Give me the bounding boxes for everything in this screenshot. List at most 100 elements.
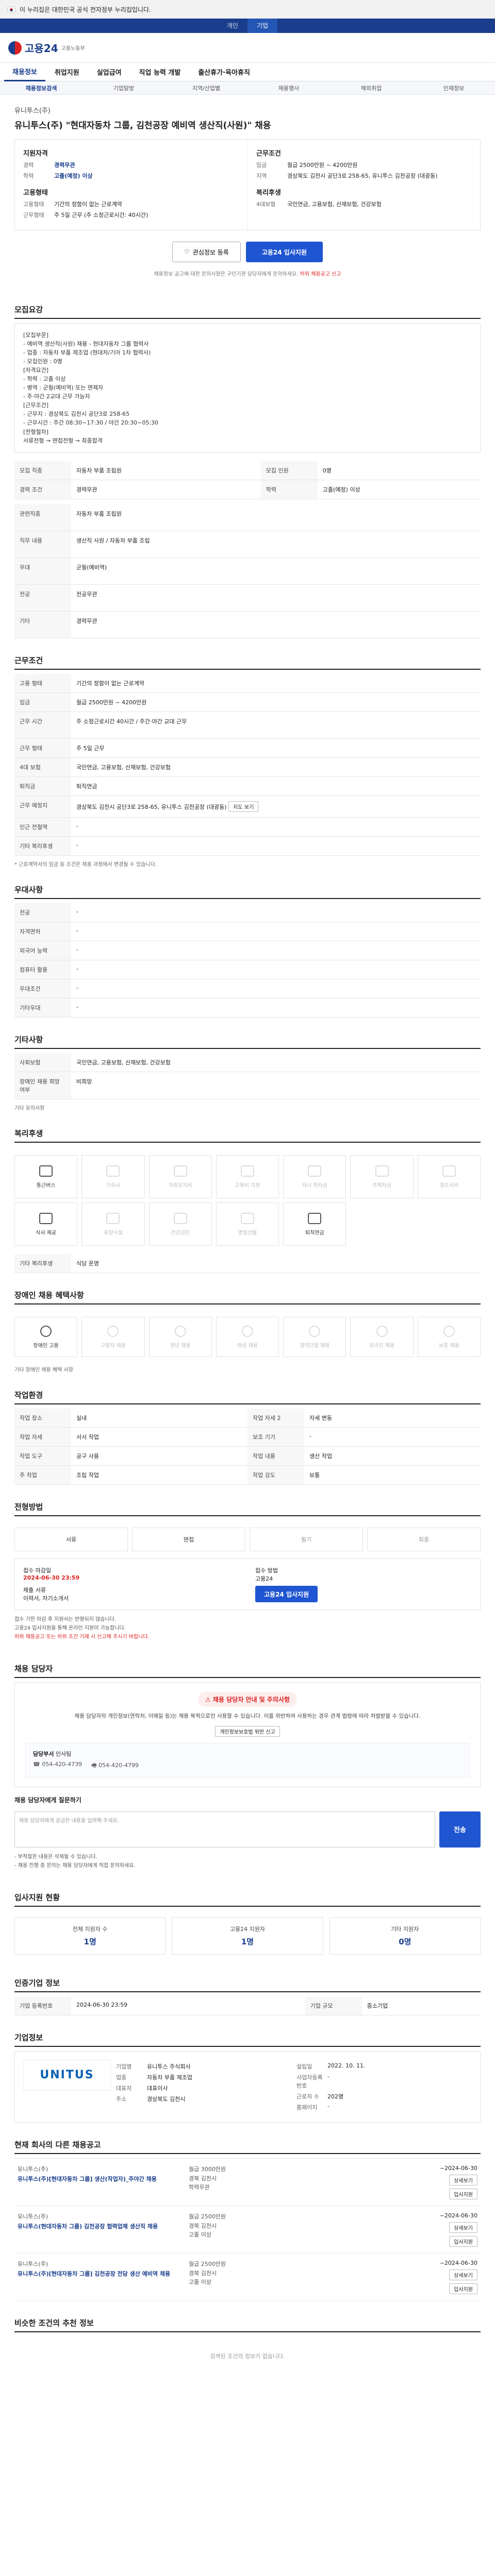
job-company: 유니투스(주) <box>18 2260 48 2267</box>
table-row: 근무 시간 주 소정근로시간 40시간 / 주간·야간 교대 근무 <box>14 711 481 739</box>
section-title: 우대사항 <box>14 884 481 900</box>
table-key: 기타 복리후생 <box>14 836 71 856</box>
table-value: - <box>71 836 481 856</box>
map-button[interactable]: 지도 보기 <box>228 801 259 812</box>
table-row: 퇴직금 퇴직연금 <box>14 776 481 796</box>
stat-card: 기타 지원자 0명 <box>329 1917 481 1955</box>
career-break-icon <box>309 1325 321 1337</box>
apply-button[interactable]: 고용24 입사지원 <box>245 242 323 262</box>
summary-value: 주 5일 근무 (주 소정근로시간: 40시간) <box>54 212 148 218</box>
job-link[interactable]: 유니투스(주)[현대자동차 그룹] 생산(작업자)_주야간 채용 <box>18 2175 183 2183</box>
company-logo: UNITUS <box>23 2059 111 2091</box>
welfare-label: 자녀 학자금 <box>302 1182 327 1189</box>
company-row: 주소 경상북도 김천시 <box>116 2095 291 2103</box>
table-row: 전공 - <box>14 903 481 923</box>
apply-small-button[interactable]: 입사지원 <box>449 2188 477 2199</box>
subnav-item-region[interactable]: 지역/산업별 <box>165 84 248 92</box>
stat-label: 고용24 지원자 <box>229 1925 266 1933</box>
report-privacy-button[interactable]: 개인정보보호법 위반 신고 <box>215 1725 280 1737</box>
history-section: 인증기업 정보 기업 등록번호 2024-06-30 23:59 기업 규모 중소기업 <box>14 1961 481 2015</box>
subnav-item-visit[interactable]: 기업탐방 <box>82 84 165 92</box>
warning-pill: ⚠ 채용 담당자 안내 및 주의사항 <box>197 1692 298 1707</box>
job-meta: 월급 2500만원 경북 김천시 고졸 이상 <box>189 2260 399 2294</box>
summary-heading-conditions: 근무조건 <box>256 150 281 158</box>
apply-small-button[interactable]: 입사지원 <box>449 2235 477 2247</box>
list-item[interactable]: 유니투스(주) 유니투스(주)[현대자동차 그룹] 김천공장 전담 생산 예비역 … <box>14 2253 481 2301</box>
summary-value: 월급 2500만원 ~ 4200만원 <box>287 162 358 168</box>
summary-row: 근무형태 주 5일 근무 (주 소정근로시간: 40시간) <box>23 211 239 219</box>
company-info-right: 설립일 2022. 10. 11. 사업자등록번호 - 근로자 수 202명 홈페이지… <box>296 2060 472 2114</box>
job-notice: 채용정보 공고에 대한 문의사항은 구인기관 담당자에게 문의하세요. 허위 채… <box>14 269 481 277</box>
list-item[interactable]: 유니투스(주) 유니투스(주)[현대자동차 그룹] 생산(작업자)_주야간 채용 … <box>14 2159 481 2206</box>
table-key: 기타 <box>14 611 71 639</box>
table-value: - <box>304 1427 481 1447</box>
summary-row: 고용형태 기간의 정함이 없는 근로계약 <box>23 200 239 208</box>
company-key: 업종 <box>116 2074 127 2081</box>
table-row: 기타 경력무관 <box>14 611 481 639</box>
apply-small-button[interactable]: 입사지원 <box>449 2283 477 2294</box>
job-link[interactable]: 유니투스(현대자동차 그룹) 김천공장 협력업체 생산직 채용 <box>18 2223 183 2230</box>
table-value: 경력무관 <box>71 611 481 639</box>
recruit-line: [자격요건] <box>23 367 49 374</box>
hiring-label: 청년 채용 <box>170 1343 191 1349</box>
table-row: 컴퓨터 활용 - <box>14 960 481 980</box>
table-row: 4대 보험 국민연금, 고용보험, 산재보험, 건강보험 <box>14 757 481 777</box>
nav-item-jobs[interactable]: 채용정보 <box>4 63 45 81</box>
job-date: ~2024-06-30 <box>439 2259 477 2266</box>
summary-key: 근무형태 <box>23 212 44 218</box>
nav-item-employment-support[interactable]: 취업지원 <box>46 63 88 81</box>
table-key: 모집 직종 <box>14 461 71 480</box>
apply-key: 접수 마감일 <box>23 1567 52 1574</box>
view-button[interactable]: 상세보기 <box>449 2222 477 2233</box>
scrap-button[interactable]: ♡ 관심정보 등록 <box>172 242 241 262</box>
job-summary: 지원자격 경력 경력무관 학력 고졸(예정) 이상 고용형태 고용형태 기간의 정함이… <box>14 139 481 230</box>
summary-heading-qualification: 지원자격 <box>23 150 48 158</box>
nav-item-training[interactable]: 직업 능력 개발 <box>131 63 189 81</box>
fax-value: 054-420-4799 <box>98 1761 139 1769</box>
tab-personal[interactable]: 개인 <box>218 19 248 33</box>
company-value: - <box>327 2103 329 2110</box>
table-key: 외국어 능력 <box>14 941 71 961</box>
company-name[interactable]: 유니투스(주) <box>14 105 481 115</box>
section-title: 모집요강 <box>14 304 481 319</box>
summary-row: 지역 경상북도 김천시 공단3로 258-65, 유니투스 김천공장 (대광동) <box>256 172 472 180</box>
subnav-item-talent[interactable]: 인재정보 <box>412 84 495 92</box>
inquiry-title: 채용 담당자에게 질문하기 <box>14 1796 81 1804</box>
job-date: ~2024-06-30 <box>439 2164 477 2172</box>
inquiry-form: 채용 담당자에게 궁금한 내용을 입력해 주세요. 전송 <box>14 1811 481 1848</box>
table-key: 4대 보험 <box>14 757 71 777</box>
apply-note: 허위 채용공고 또는 허위 조건 기재 시 신고해 주시기 바랍니다. <box>14 1634 150 1640</box>
subnav-item-search[interactable]: 채용정보검색 <box>0 84 82 92</box>
table-value: 군필(예비역) <box>71 557 481 585</box>
subnav-item-events[interactable]: 채용행사 <box>248 84 330 92</box>
table-row: 기타 복리후생 - <box>14 836 481 856</box>
table-key: 작업 내용 <box>248 1446 304 1466</box>
job-education: 고졸 이상 <box>189 2279 211 2286</box>
inquiry-send-button[interactable]: 전송 <box>439 1811 481 1848</box>
nav-item-unemployment[interactable]: 실업급여 <box>89 63 130 81</box>
subnav-item-overseas[interactable]: 해외취업 <box>330 84 412 92</box>
recruit-section: 모집요강 [모집부문] - 예비역 생산직(사원) 채용 - 현대자동차 그룹 … <box>14 287 481 639</box>
summary-row: 학력 고졸(예정) 이상 <box>23 172 239 180</box>
job-link[interactable]: 유니투스(주)[현대자동차 그룹] 김천공장 전담 생산 예비역 채용 <box>18 2270 183 2278</box>
site-logo[interactable]: 고용24 고용노동부 <box>8 40 85 55</box>
view-button[interactable]: 상세보기 <box>449 2174 477 2185</box>
apply-button-secondary[interactable]: 고용24 입사지원 <box>255 1586 318 1603</box>
heart-icon: ♡ <box>184 248 190 256</box>
company-value: 202명 <box>327 2093 344 2100</box>
nav-item-leave[interactable]: 출산휴가·육아휴직 <box>190 63 258 81</box>
gov-banner: 이 누리집은 대한민국 공식 전자정부 누리집입니다. <box>0 0 495 19</box>
phone-icon: ☎ <box>33 1760 42 1768</box>
list-item[interactable]: 유니투스(주) 유니투스(현대자동차 그룹) 김천공장 협력업체 생산직 채용 월… <box>14 2206 481 2253</box>
view-button[interactable]: 상세보기 <box>449 2269 477 2280</box>
welfare-item: 기숙사 <box>81 1155 145 1199</box>
table-row: 우대 군필(예비역) <box>14 557 481 585</box>
company-row: 홈페이지 - <box>296 2103 472 2111</box>
stat-label: 기타 지원자 <box>391 1925 419 1933</box>
summary-row: 경력 경력무관 <box>23 161 239 169</box>
section-title: 비슷한 조건의 추천 정보 <box>14 2317 481 2332</box>
inquiry-textarea[interactable]: 채용 담당자에게 궁금한 내용을 입력해 주세요. <box>14 1811 435 1848</box>
report-fake-link[interactable]: 허위 채용공고 신고 <box>300 272 341 277</box>
tab-company[interactable]: 기업 <box>248 19 278 33</box>
job-location: 경북 김천시 <box>189 2175 217 2182</box>
